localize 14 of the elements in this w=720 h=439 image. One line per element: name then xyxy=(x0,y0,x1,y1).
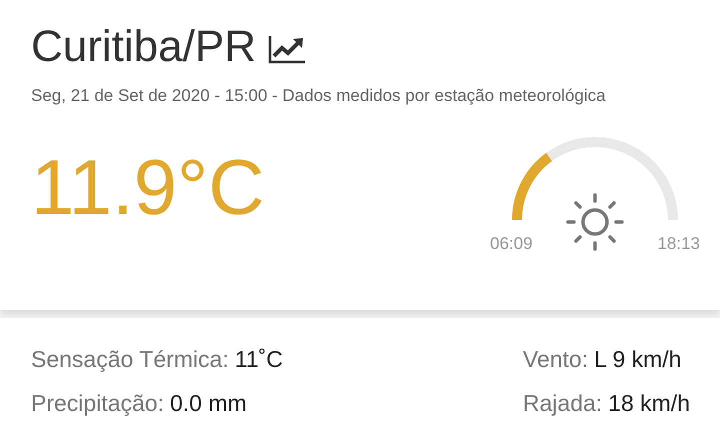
detail-label: Sensação Térmica: xyxy=(31,346,229,372)
subtitle: Seg, 21 de Set de 2020 - 15:00 - Dados medidos por estação meteorológica xyxy=(31,85,607,107)
city-title: Curitiba/PR xyxy=(31,21,256,73)
detail-label: Rajada: xyxy=(522,390,602,416)
detail-label: Precipitação: xyxy=(31,390,164,416)
sunrise-time: 06:09 xyxy=(490,232,533,254)
detail-value: 18 km/h xyxy=(608,390,690,416)
detail-label: Vento: xyxy=(522,346,588,372)
sunset-time: 18:13 xyxy=(657,232,700,254)
temperature: 11.9°C xyxy=(31,142,265,232)
detail-value: L 9 km/h xyxy=(594,346,682,372)
trend-chart-icon[interactable] xyxy=(268,34,306,64)
detail-value: 0.0 mm xyxy=(170,390,247,416)
detail-value: 11˚C xyxy=(234,346,283,372)
